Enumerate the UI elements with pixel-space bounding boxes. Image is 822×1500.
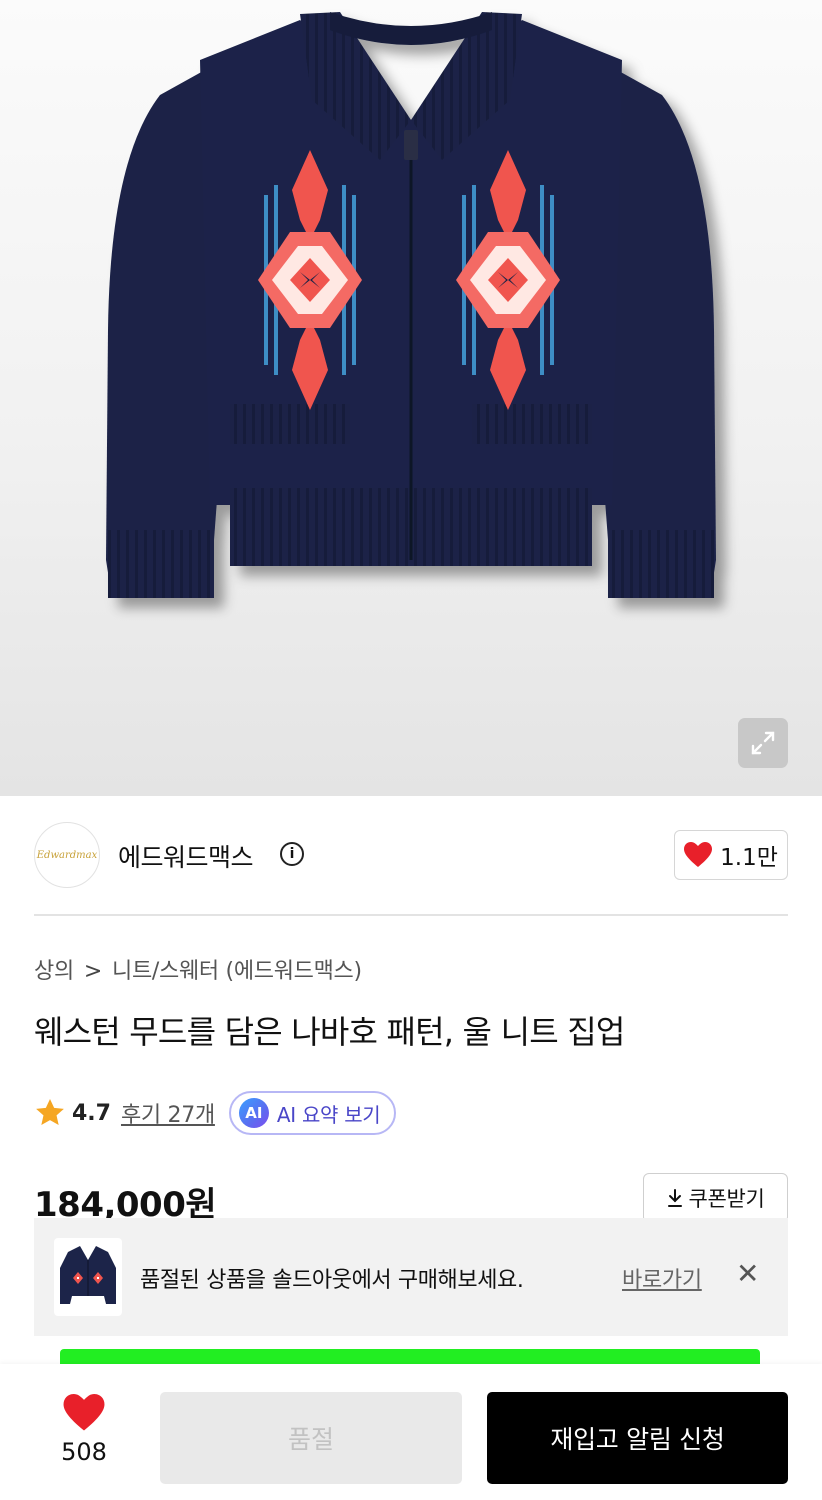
soldout-button: 품절: [160, 1392, 462, 1484]
brand-logo-text: Edwardmax: [36, 849, 98, 861]
download-icon: [668, 1189, 683, 1207]
expand-button[interactable]: [738, 718, 788, 768]
info-icon[interactable]: i: [280, 842, 304, 866]
brand-like-button[interactable]: 1.1만: [674, 830, 788, 880]
soldout-label: 품절: [287, 1425, 334, 1454]
product-image: [106, 12, 716, 598]
heart-icon: [684, 842, 713, 867]
banner-thumbnail: [54, 1238, 122, 1316]
heart-icon: [63, 1394, 105, 1431]
star-icon: [36, 1099, 64, 1125]
bottom-action-bar: 508 품절 재입고 알림 신청: [0, 1364, 822, 1500]
banner-product-image: [60, 1246, 116, 1304]
review-link[interactable]: 후기 27개: [121, 1097, 215, 1129]
coupon-label: 쿠폰받기: [688, 1187, 765, 1211]
brand-row: Edwardmax 에드워드맥스 i 1.1만: [34, 822, 788, 888]
chevron-right-icon: >: [83, 959, 103, 984]
ai-summary-label: AI 요약 보기: [276, 1102, 381, 1127]
expand-icon: [751, 731, 775, 755]
product-image-area[interactable]: [0, 0, 822, 796]
brand-like-count: 1.1만: [720, 845, 778, 871]
ai-summary-button[interactable]: AI AI 요약 보기: [228, 1091, 397, 1135]
rating-row: 4.7 후기 27개 AI AI 요약 보기: [34, 1090, 397, 1136]
breadcrumb: 상의 > 니트/스웨터 (에드워드맥스): [34, 953, 362, 985]
restock-label: 재입고 알림 신청: [550, 1425, 725, 1454]
banner-link[interactable]: 바로가기: [622, 1262, 702, 1294]
green-banner-strip: [34, 1336, 788, 1369]
coupon-button[interactable]: 쿠폰받기: [643, 1173, 788, 1223]
banner-text: 품절된 상품을 솔드아웃에서 구매해보세요.: [140, 1268, 524, 1293]
soldout-banner: 품절된 상품을 솔드아웃에서 구매해보세요. 바로가기 ✕: [34, 1218, 788, 1336]
product-title: 웨스턴 무드를 담은 나바호 패턴, 울 니트 집업: [34, 1013, 625, 1051]
divider: [34, 914, 788, 916]
like-button[interactable]: 508: [52, 1394, 116, 1466]
like-count: 508: [61, 1438, 107, 1466]
restock-alert-button[interactable]: 재입고 알림 신청: [487, 1392, 788, 1484]
rating-value: 4.7: [72, 1100, 111, 1126]
close-icon[interactable]: ✕: [736, 1260, 759, 1288]
ai-icon: AI: [238, 1098, 269, 1128]
brand-name[interactable]: 에드워드맥스: [118, 838, 254, 874]
breadcrumb-subcategory[interactable]: 니트/스웨터 (에드워드맥스): [112, 953, 362, 985]
breadcrumb-category[interactable]: 상의: [34, 953, 74, 985]
brand-logo[interactable]: Edwardmax: [34, 822, 100, 888]
